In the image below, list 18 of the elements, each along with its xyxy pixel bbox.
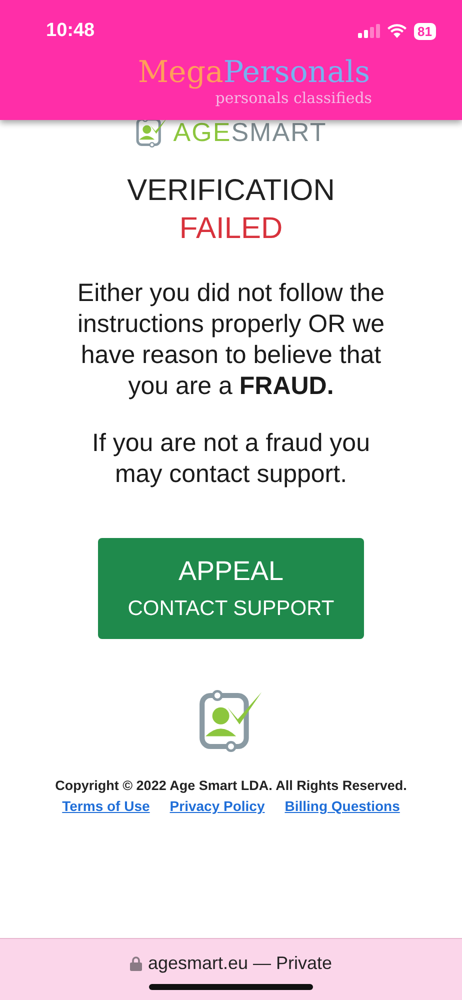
lock-icon — [130, 956, 142, 971]
footer-link[interactable]: Billing Questions — [284, 798, 400, 814]
footer-link[interactable]: Privacy Policy — [170, 798, 265, 814]
footer-link[interactable]: Terms of Use — [62, 798, 150, 814]
copyright-text: Copyright © 2022 Age Smart LDA. All Rights Reserved. — [54, 777, 408, 795]
status-time: 10:48 — [46, 20, 95, 42]
failure-message: Either you did not follow the instructions properly OR we have reason to believe that you are a FRAUD. — [76, 278, 386, 402]
address-bar-url[interactable]: agesmart.eu — Private — [130, 953, 332, 974]
agesmart-logo-text: AGESMART — [173, 116, 327, 148]
appeal-button[interactable]: APPEAL CONTACT SUPPORT — [98, 538, 364, 639]
signal-icon — [358, 24, 380, 38]
failed-heading: FAILED — [179, 211, 283, 247]
verification-heading: VERIFICATION — [127, 173, 335, 209]
brand-tagline: personals classifieds — [215, 90, 372, 106]
wifi-icon — [386, 24, 407, 38]
battery-level: 81 — [414, 22, 436, 40]
home-indicator[interactable] — [149, 984, 313, 990]
support-note: If you are not a fraud you may contact support. — [91, 428, 371, 490]
